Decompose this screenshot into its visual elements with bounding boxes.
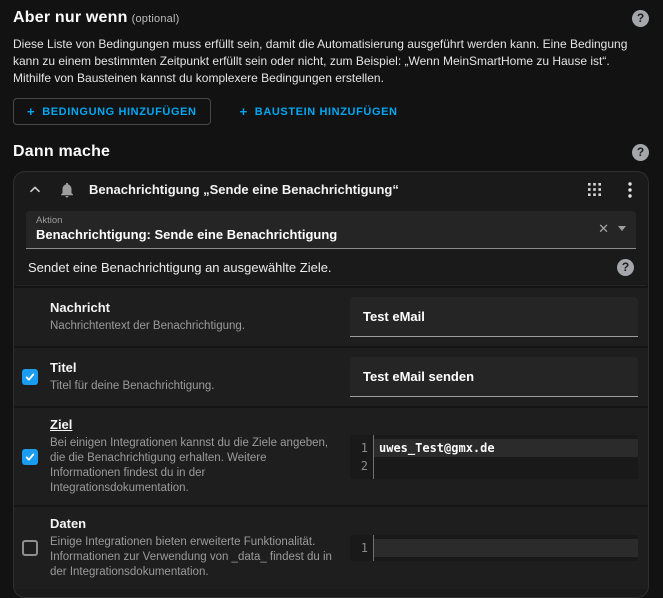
- action-select[interactable]: Aktion Benachrichtigung: Sende eine Bena…: [26, 211, 636, 249]
- target-checkbox[interactable]: [22, 449, 38, 465]
- add-building-block-button[interactable]: + BAUSTEIN HINZUFÜGEN: [227, 99, 411, 124]
- code-line[interactable]: uwes_Test@gmx.de: [374, 439, 638, 457]
- code-line[interactable]: [374, 457, 638, 475]
- message-input[interactable]: Test eMail: [350, 297, 638, 337]
- field-row-message: Nachricht Nachrichtentext der Benachrich…: [14, 286, 648, 346]
- bell-icon: [56, 179, 78, 201]
- service-description: Sendet eine Benachrichtigung an ausgewäh…: [28, 260, 332, 275]
- overflow-menu-icon[interactable]: [626, 180, 634, 200]
- help-icon[interactable]: ?: [632, 144, 649, 161]
- add-building-block-label: BAUSTEIN HINZUFÜGEN: [255, 106, 398, 118]
- target-code-editor[interactable]: 1 2 uwes_Test@gmx.de: [350, 435, 638, 479]
- add-condition-button[interactable]: + BEDINGUNG HINZUFÜGEN: [13, 98, 211, 125]
- conditions-buttons: + BEDINGUNG HINZUFÜGEN + BAUSTEIN HINZUF…: [13, 98, 649, 125]
- code-line[interactable]: [374, 539, 638, 557]
- action-select-value: Benachrichtigung: Sende eine Benachricht…: [36, 227, 591, 242]
- field-desc-title: Titel für deine Benachrichtigung.: [50, 379, 332, 394]
- field-name-target: Ziel: [50, 417, 332, 432]
- action-card-title: Benachrichtigung „Sende eine Benachricht…: [89, 182, 575, 197]
- conditions-header: Aber nur wenn (optional) ?: [13, 9, 649, 27]
- field-row-data: Daten Einige Integrationen bieten erweit…: [14, 505, 648, 589]
- clear-icon[interactable]: ✕: [591, 221, 616, 237]
- conditions-title: Aber nur wenn (optional): [13, 9, 179, 27]
- plus-icon: +: [240, 104, 248, 119]
- data-checkbox[interactable]: [22, 540, 38, 556]
- title-checkbox[interactable]: [22, 369, 38, 385]
- service-description-row: Sendet eine Benachrichtigung an ausgewäh…: [16, 249, 646, 286]
- field-name-title: Titel: [50, 360, 332, 375]
- field-name-data: Daten: [50, 516, 332, 531]
- conditions-title-text: Aber nur wenn: [13, 9, 128, 26]
- actions-header: Dann mache ?: [13, 143, 649, 161]
- action-select-label: Aktion: [36, 215, 591, 226]
- action-card: Benachrichtigung „Sende eine Benachricht…: [13, 171, 649, 598]
- line-numbers: 1 2: [350, 435, 374, 479]
- automation-editor: Aber nur wenn (optional) ? Diese Liste vo…: [0, 0, 663, 598]
- action-card-header: Benachrichtigung „Sende eine Benachricht…: [14, 172, 648, 202]
- help-icon[interactable]: ?: [632, 10, 649, 27]
- field-desc-target: Bei einigen Integrationen kannst du die …: [50, 436, 332, 496]
- chevron-down-icon[interactable]: [618, 226, 626, 231]
- line-numbers: 1: [350, 535, 374, 561]
- field-desc-message: Nachrichtentext der Benachrichtigung.: [50, 319, 332, 334]
- add-condition-label: BEDINGUNG HINZUFÜGEN: [42, 106, 196, 118]
- collapse-chevron-icon[interactable]: [25, 180, 45, 200]
- field-name-message: Nachricht: [50, 300, 332, 315]
- title-input[interactable]: Test eMail senden: [350, 357, 638, 397]
- conditions-description: Diese Liste von Bedingungen muss erfüllt…: [13, 36, 649, 87]
- drag-handle-icon[interactable]: [586, 181, 603, 198]
- field-row-target: Ziel Bei einigen Integrationen kannst du…: [14, 406, 648, 505]
- actions-title: Dann mache: [13, 143, 110, 161]
- optional-label: (optional): [132, 13, 180, 25]
- data-code-editor[interactable]: 1: [350, 535, 638, 561]
- help-icon[interactable]: ?: [617, 259, 634, 276]
- field-desc-data: Einige Integrationen bieten erweiterte F…: [50, 535, 332, 580]
- field-row-title: Titel Titel für deine Benachrichtigung. …: [14, 346, 648, 406]
- plus-icon: +: [27, 104, 35, 119]
